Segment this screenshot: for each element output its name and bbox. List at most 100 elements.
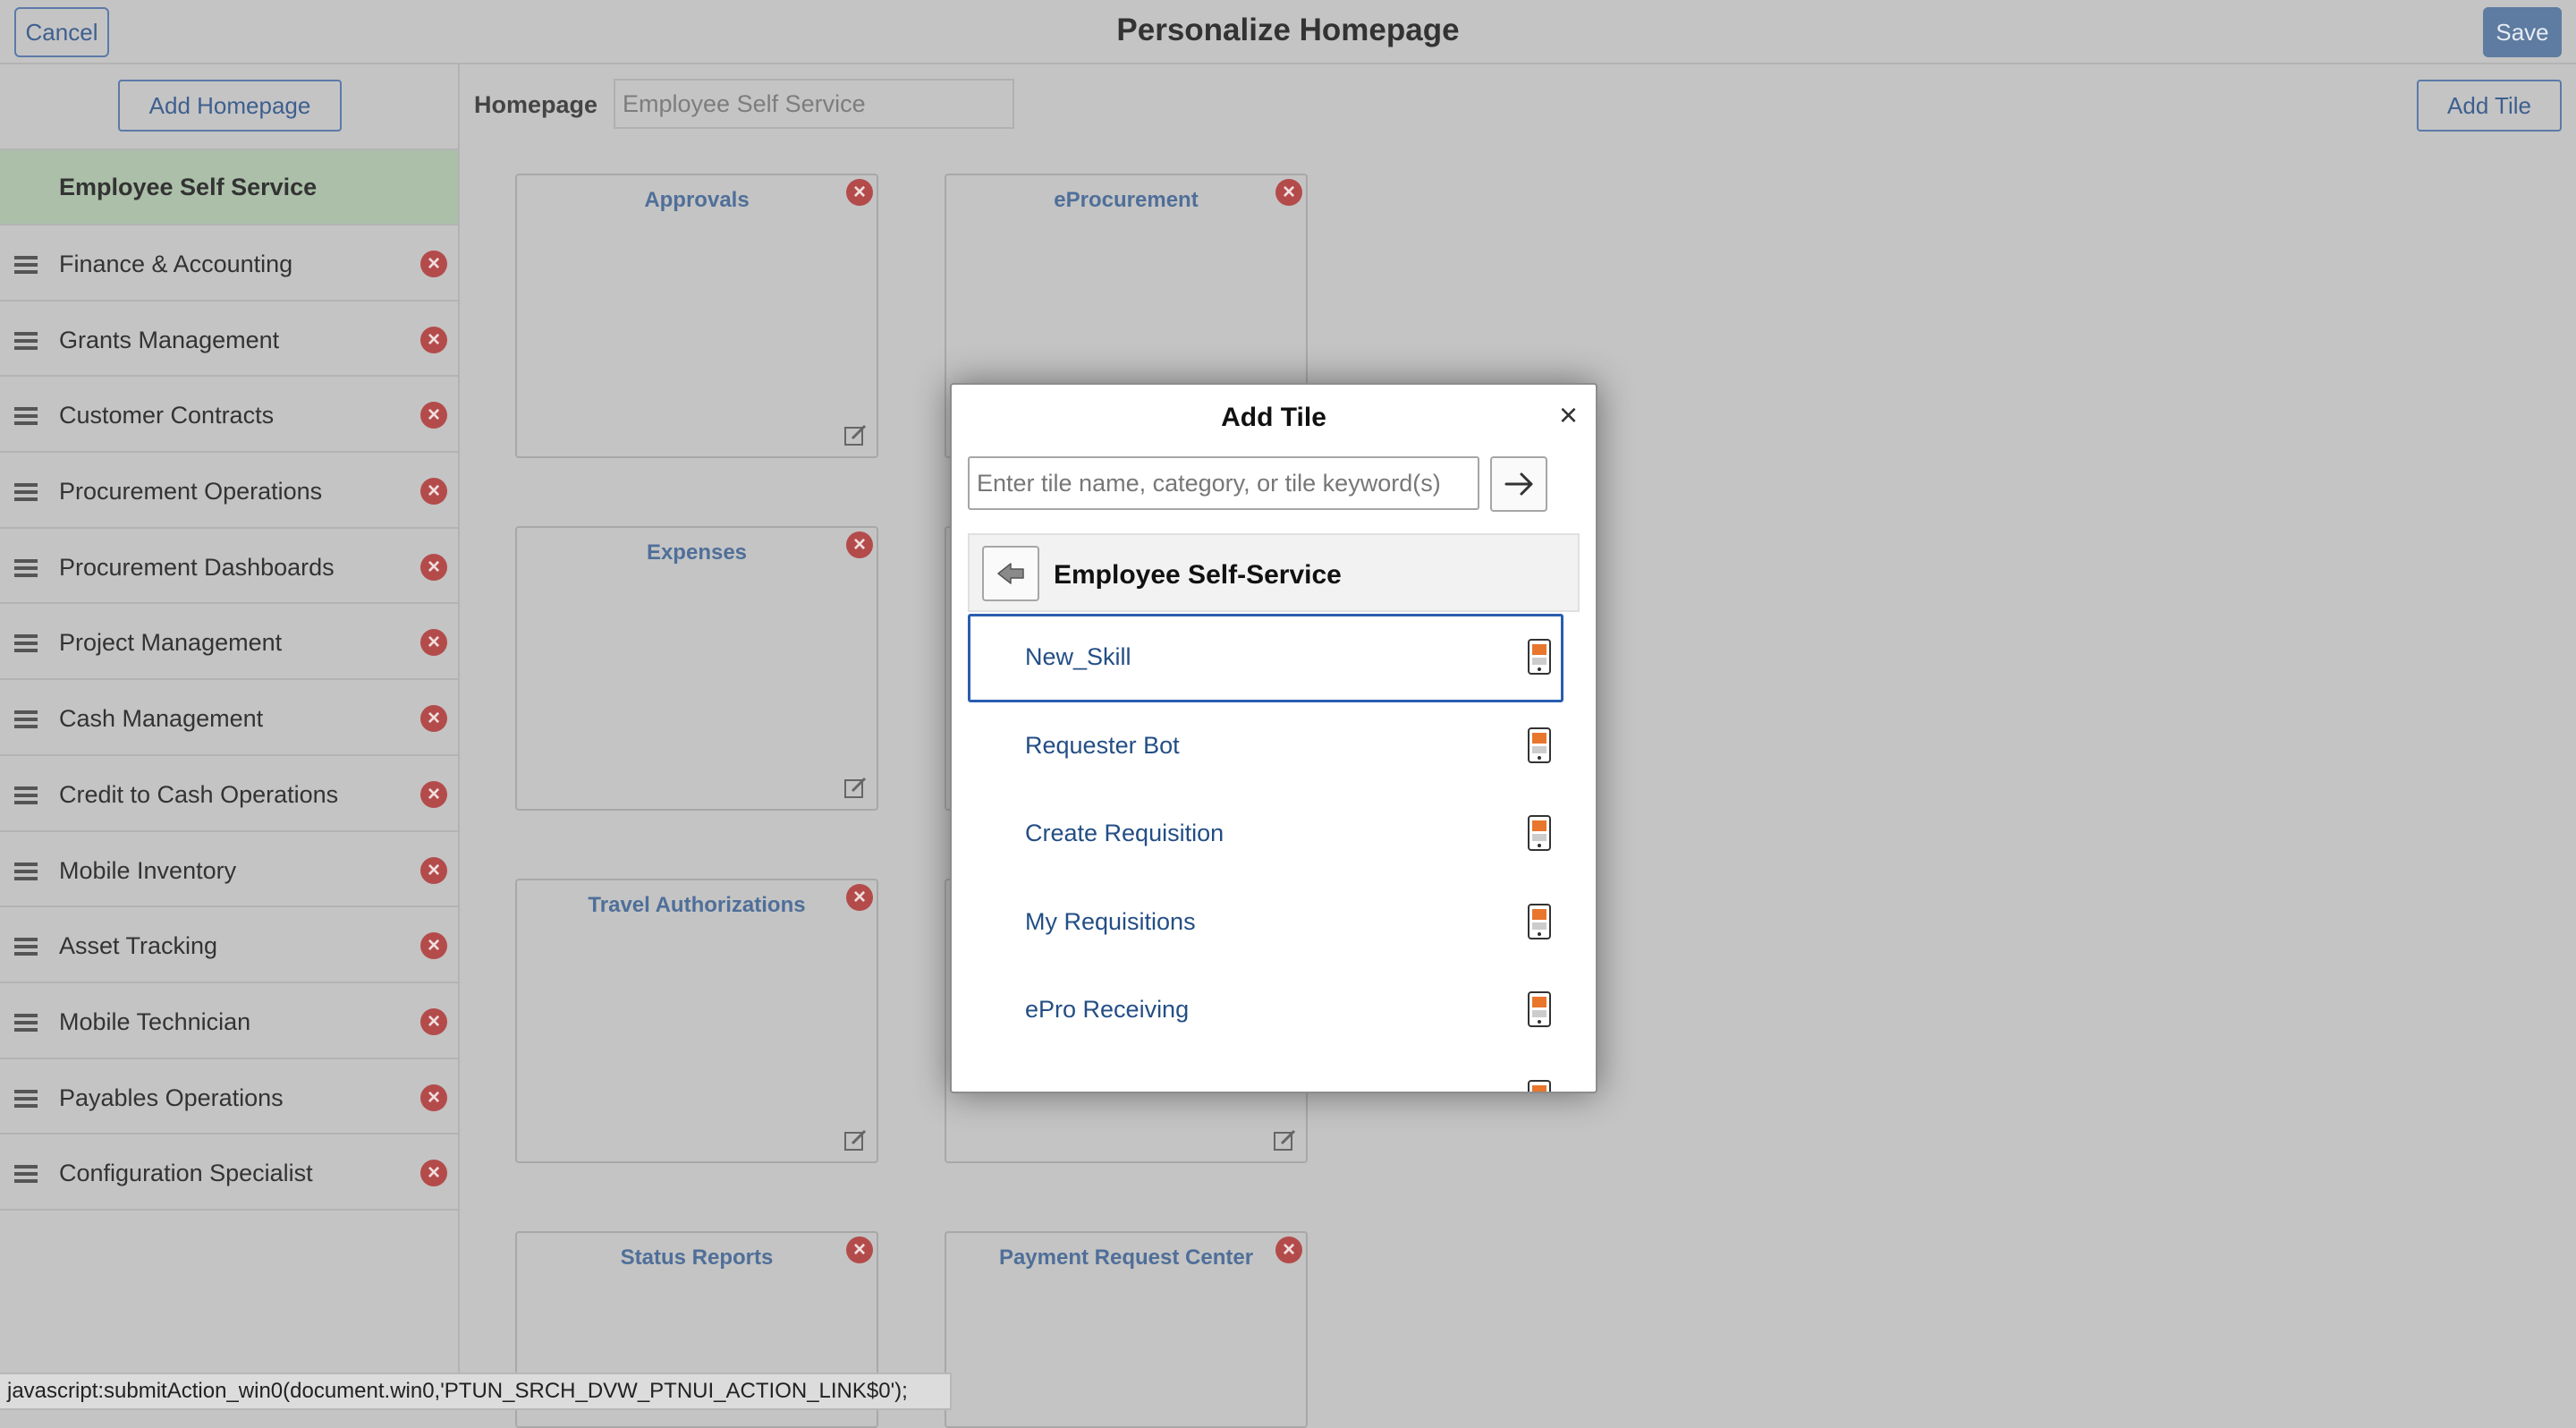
list-item-label: ePro Receiving xyxy=(1025,996,1190,1023)
sidebar-item[interactable]: Project Management × xyxy=(0,604,458,681)
sidebar-item[interactable]: Procurement Operations × xyxy=(0,453,458,529)
sidebar-item-label: Cash Management xyxy=(59,705,264,733)
remove-icon[interactable]: × xyxy=(420,251,447,277)
sidebar-item-label: Mobile Inventory xyxy=(59,856,237,884)
remove-icon[interactable]: × xyxy=(420,326,447,353)
list-item[interactable]: My Requisitions xyxy=(968,879,1563,967)
drag-handle-icon[interactable] xyxy=(14,786,38,804)
homepage-label: Homepage xyxy=(474,91,598,118)
remove-icon[interactable]: × xyxy=(846,884,873,911)
sidebar-item-label: Employee Self Service xyxy=(59,174,318,200)
drag-handle-icon[interactable] xyxy=(14,558,38,577)
close-icon[interactable]: × xyxy=(1559,397,1578,433)
remove-icon[interactable]: × xyxy=(846,1237,873,1263)
list-item-label: Requester Bot xyxy=(1025,731,1180,759)
drag-handle-icon[interactable] xyxy=(14,483,38,502)
sidebar-item[interactable]: Cash Management × xyxy=(0,680,458,756)
search-go-button[interactable] xyxy=(1490,456,1547,512)
list-item[interactable] xyxy=(968,1055,1563,1092)
drag-handle-icon[interactable] xyxy=(14,862,38,880)
add-tile-button[interactable]: Add Tile xyxy=(2417,80,2562,132)
sidebar-item-label: Project Management xyxy=(59,629,283,657)
remove-icon[interactable]: × xyxy=(420,705,447,733)
tile-title: eProcurement xyxy=(1054,188,1199,212)
tile-list: New_Skill Requester Bot Create Requisiti… xyxy=(968,614,1580,1092)
remove-icon[interactable]: × xyxy=(420,553,447,581)
tile-expenses[interactable]: Expenses × xyxy=(515,526,878,811)
drag-handle-icon[interactable] xyxy=(14,331,38,350)
edit-icon[interactable] xyxy=(843,422,868,447)
remove-icon[interactable]: × xyxy=(420,402,447,429)
sidebar-item[interactable]: Grants Management × xyxy=(0,302,458,378)
remove-icon[interactable]: × xyxy=(420,1160,447,1187)
drag-handle-icon[interactable] xyxy=(14,634,38,653)
sidebar-item[interactable]: Payables Operations × xyxy=(0,1059,458,1135)
back-button[interactable] xyxy=(982,546,1039,601)
tile-payment-request-center[interactable]: Payment Request Center × xyxy=(945,1231,1308,1428)
save-button[interactable]: Save xyxy=(2483,7,2562,57)
remove-icon[interactable]: × xyxy=(420,856,447,884)
sidebar-item-label: Procurement Dashboards xyxy=(59,553,335,581)
remove-icon[interactable]: × xyxy=(420,1007,447,1035)
list-item-label: Create Requisition xyxy=(1025,820,1224,846)
remove-icon[interactable]: × xyxy=(1275,179,1302,206)
sidebar-item-label: Credit to Cash Operations xyxy=(59,780,339,808)
list-item[interactable]: Create Requisition xyxy=(968,790,1563,879)
edit-icon[interactable] xyxy=(843,775,868,800)
tile-title: Status Reports xyxy=(620,1245,774,1270)
edit-icon[interactable] xyxy=(843,1127,868,1152)
sidebar-item-label: Mobile Technician xyxy=(59,1007,251,1035)
sidebar-item[interactable]: Credit to Cash Operations × xyxy=(0,756,458,832)
drag-handle-icon[interactable] xyxy=(14,407,38,426)
tile-search-input[interactable] xyxy=(968,456,1479,510)
list-item[interactable]: New_Skill xyxy=(968,614,1563,702)
mobile-device-icon xyxy=(1528,639,1551,675)
sidebar-item-active[interactable]: Employee Self Service xyxy=(0,149,458,225)
homepage-name-input[interactable]: Employee Self Service xyxy=(614,79,1014,129)
sidebar-item[interactable]: Procurement Dashboards × xyxy=(0,529,458,605)
add-homepage-button[interactable]: Add Homepage xyxy=(118,80,342,132)
list-item[interactable]: Requester Bot xyxy=(968,702,1563,791)
sidebar-item[interactable]: Mobile Inventory × xyxy=(0,832,458,908)
drag-handle-icon[interactable] xyxy=(14,938,38,956)
mobile-device-icon xyxy=(1528,991,1551,1027)
remove-icon[interactable]: × xyxy=(1275,1237,1302,1263)
tile-title: Travel Authorizations xyxy=(588,893,806,917)
list-item-label: My Requisitions xyxy=(1025,907,1196,935)
drag-handle-icon[interactable] xyxy=(14,256,38,274)
sidebar-item-label: Asset Tracking xyxy=(59,932,218,960)
mobile-device-icon xyxy=(1528,815,1551,851)
category-header: Employee Self-Service xyxy=(968,533,1580,612)
sidebar-item[interactable]: Asset Tracking × xyxy=(0,907,458,983)
category-title: Employee Self-Service xyxy=(1054,560,1342,590)
tile-title: Payment Request Center xyxy=(998,1245,1254,1270)
sidebar-item-label: Payables Operations xyxy=(59,1084,284,1111)
remove-icon[interactable]: × xyxy=(420,780,447,808)
sidebar-item[interactable]: Customer Contracts × xyxy=(0,377,458,454)
drag-handle-icon[interactable] xyxy=(14,710,38,729)
mobile-device-icon xyxy=(1528,1079,1551,1092)
remove-icon[interactable]: × xyxy=(420,1084,447,1111)
sidebar-item[interactable]: Finance & Accounting × xyxy=(0,225,458,302)
sidebar-item[interactable]: Configuration Specialist × xyxy=(0,1135,458,1211)
sidebar-item[interactable]: Mobile Technician × xyxy=(0,983,458,1059)
mobile-device-icon xyxy=(1528,727,1551,763)
edit-icon[interactable] xyxy=(1272,1127,1297,1152)
drag-handle-icon[interactable] xyxy=(14,1089,38,1108)
list-item-label: New_Skill xyxy=(1025,643,1131,670)
arrow-left-icon xyxy=(997,563,1024,584)
sidebar-list: Finance & Accounting × Grants Management… xyxy=(0,225,458,1211)
remove-icon[interactable]: × xyxy=(846,179,873,206)
remove-icon[interactable]: × xyxy=(420,629,447,657)
tile-approvals[interactable]: Approvals × xyxy=(515,174,878,458)
drag-handle-icon[interactable] xyxy=(14,1013,38,1032)
remove-icon[interactable]: × xyxy=(420,478,447,506)
remove-icon[interactable]: × xyxy=(846,531,873,558)
remove-icon[interactable]: × xyxy=(420,932,447,960)
drag-handle-icon[interactable] xyxy=(14,1165,38,1184)
tile-travel-authorizations[interactable]: Travel Authorizations × xyxy=(515,879,878,1163)
status-bar-url: javascript:submitAction_win0(document.wi… xyxy=(0,1373,952,1410)
sidebar-item-label: Procurement Operations xyxy=(59,478,323,506)
arrow-right-icon xyxy=(1504,472,1533,496)
list-item[interactable]: ePro Receiving xyxy=(968,966,1563,1055)
